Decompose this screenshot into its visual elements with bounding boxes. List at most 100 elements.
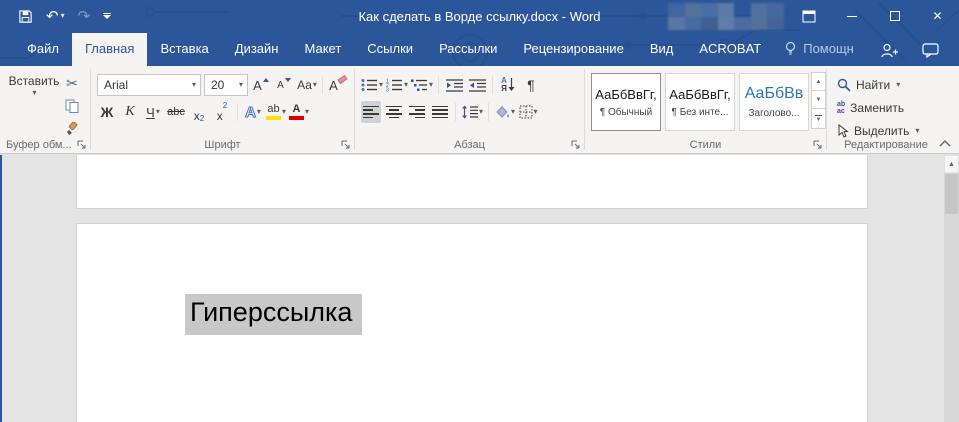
cut-button[interactable]: ✂: [62, 73, 82, 93]
style-card-normal[interactable]: АаБбВвГг, ¶ Обычный: [591, 73, 661, 131]
italic-button[interactable]: К: [120, 101, 140, 123]
underline-button[interactable]: Ч ▾: [143, 101, 163, 123]
line-spacing-dropdown-arrow[interactable]: ▾: [479, 108, 483, 116]
text-effects-dropdown-arrow[interactable]: ▾: [257, 108, 261, 116]
style-card-no-spacing[interactable]: АаБбВвГг, ¶ Без инте...: [665, 73, 735, 131]
bold-button[interactable]: Ж: [97, 101, 117, 123]
line-spacing-button[interactable]: ▾: [461, 101, 483, 123]
shrink-font-button[interactable]: А: [274, 74, 294, 96]
styles-dialog-launcher[interactable]: [813, 140, 823, 150]
align-right-button[interactable]: [407, 101, 427, 123]
font-dialog-launcher[interactable]: [341, 140, 351, 150]
font-size-dropdown-arrow[interactable]: ▾: [239, 81, 243, 89]
selected-hyperlink-text[interactable]: Гиперссылка: [185, 294, 362, 335]
find-dropdown-arrow[interactable]: ▾: [896, 81, 900, 89]
clipboard-dialog-launcher[interactable]: [77, 140, 87, 150]
find-button[interactable]: Найти ▾: [837, 74, 945, 95]
shading-dropdown-arrow[interactable]: ▾: [511, 108, 515, 116]
align-left-button[interactable]: [361, 101, 381, 123]
document-page-1[interactable]: [76, 155, 868, 209]
customize-qat-button[interactable]: [103, 13, 111, 19]
align-center-icon: [386, 106, 402, 119]
save-button[interactable]: [18, 9, 33, 24]
vertical-scrollbar[interactable]: ▲: [944, 155, 959, 422]
styles-more-button[interactable]: ▼: [811, 108, 826, 129]
undo-dropdown-arrow[interactable]: ▾: [61, 12, 65, 20]
style-card-heading1[interactable]: АаБбВв Заголово...: [739, 73, 809, 131]
justify-button[interactable]: [430, 101, 450, 123]
subscript-button[interactable]: x2: [189, 101, 209, 123]
show-paragraph-marks-button[interactable]: ¶: [521, 74, 541, 96]
tab-review[interactable]: Рецензирование: [510, 33, 636, 66]
clear-formatting-eraser-icon: [337, 74, 347, 83]
tab-layout[interactable]: Макет: [291, 33, 354, 66]
superscript-button[interactable]: x2: [212, 101, 232, 123]
minimize-button[interactable]: [830, 0, 873, 32]
styles-scroll-down-button[interactable]: ▼: [811, 90, 826, 109]
scrollbar-up-button[interactable]: ▲: [944, 155, 959, 173]
multilevel-list-button[interactable]: ▾: [411, 74, 433, 96]
change-case-button[interactable]: Аа ▾: [297, 74, 317, 96]
paste-dropdown-arrow[interactable]: ▾: [32, 89, 36, 97]
tab-references[interactable]: Ссылки: [354, 33, 426, 66]
bullets-button[interactable]: ▾: [361, 74, 383, 96]
ribbon-display-options-button[interactable]: [787, 0, 830, 32]
redo-button[interactable]: ↷: [78, 9, 91, 24]
underline-dropdown-arrow[interactable]: ▾: [156, 108, 160, 116]
change-case-dropdown-arrow[interactable]: ▾: [313, 81, 317, 89]
close-icon: ✕: [932, 9, 942, 23]
tab-design[interactable]: Дизайн: [222, 33, 292, 66]
select-label: Выделить: [854, 124, 909, 138]
replace-button[interactable]: ab ac Заменить: [837, 97, 945, 118]
scrollbar-thumb[interactable]: [945, 174, 958, 214]
tab-home[interactable]: Главная: [72, 33, 147, 66]
borders-dropdown-arrow[interactable]: ▾: [534, 108, 538, 116]
strikethrough-button[interactable]: abc: [166, 101, 186, 123]
close-button[interactable]: ✕: [916, 0, 959, 32]
copy-button[interactable]: [62, 96, 82, 116]
font-color-button[interactable]: А ▾: [289, 101, 309, 123]
increase-indent-button[interactable]: [467, 74, 487, 96]
paragraph-group-label: Абзац: [355, 137, 584, 152]
tab-acrobat[interactable]: ACROBAT: [686, 33, 774, 66]
document-page-2[interactable]: Гиперссылка: [76, 223, 868, 422]
font-name-dropdown-arrow[interactable]: ▾: [192, 81, 196, 89]
bullets-dropdown-arrow[interactable]: ▾: [379, 81, 383, 89]
styles-group-label: Стили: [585, 137, 826, 152]
highlight-dropdown-arrow[interactable]: ▾: [282, 108, 286, 116]
align-center-button[interactable]: [384, 101, 404, 123]
font-color-dropdown-arrow[interactable]: ▾: [305, 108, 309, 116]
tab-view[interactable]: Вид: [637, 33, 687, 66]
multilevel-dropdown-arrow[interactable]: ▾: [429, 81, 433, 89]
maximize-button[interactable]: [873, 0, 916, 32]
grow-font-button[interactable]: А: [251, 74, 271, 96]
highlight-color-button[interactable]: ab ▾: [266, 101, 286, 123]
borders-button[interactable]: ▾: [518, 101, 538, 123]
tab-file[interactable]: Файл: [14, 33, 72, 66]
numbering-button[interactable]: 1 2 3 ▾: [386, 74, 408, 96]
text-effects-button[interactable]: А ▾: [243, 101, 263, 123]
title-bar: ↶ ▾ ↷ Как сделать в Ворде ссылку.docx - …: [0, 0, 959, 32]
paragraph-dialog-launcher[interactable]: [571, 140, 581, 150]
share-person-icon[interactable]: [880, 43, 898, 58]
paste-button[interactable]: Вставить ▾: [6, 73, 62, 95]
numbering-dropdown-arrow[interactable]: ▾: [404, 81, 408, 89]
sort-arrow-icon: [508, 78, 515, 92]
tab-insert[interactable]: Вставка: [147, 33, 221, 66]
format-painter-button[interactable]: [62, 119, 82, 139]
group-styles: АаБбВвГг, ¶ Обычный АаБбВвГг, ¶ Без инте…: [585, 66, 826, 153]
clear-formatting-button[interactable]: А: [328, 74, 348, 96]
collapse-ribbon-button[interactable]: [939, 140, 951, 147]
undo-button[interactable]: ↶ ▾: [46, 9, 65, 24]
comments-icon[interactable]: [922, 43, 939, 58]
style-preview: АаБбВвГг,: [669, 87, 730, 102]
sort-button[interactable]: А Я: [498, 74, 518, 96]
select-dropdown-arrow[interactable]: ▾: [915, 127, 919, 135]
shading-button[interactable]: ▾: [494, 101, 515, 123]
tab-mailings[interactable]: Рассылки: [426, 33, 510, 66]
font-name-combobox[interactable]: Arial ▾: [97, 74, 201, 96]
tell-me-box[interactable]: Помощн: [774, 33, 864, 66]
styles-scroll-up-button[interactable]: ▲: [811, 72, 826, 91]
font-size-combobox[interactable]: 20 ▾: [204, 74, 248, 96]
decrease-indent-button[interactable]: [444, 74, 464, 96]
